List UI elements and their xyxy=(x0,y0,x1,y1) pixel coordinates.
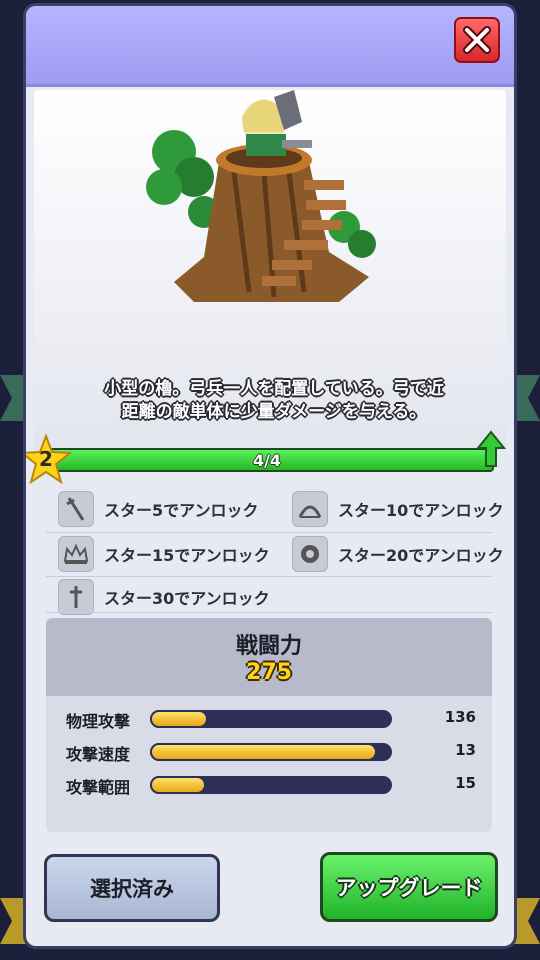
description-line-2: 距離の敵単体に少量ダメージを与える。 xyxy=(121,402,427,422)
stat-row-physical-attack: 物理攻撃 136 xyxy=(66,708,476,731)
stat-bar-fill xyxy=(150,710,209,728)
crossbow-icon xyxy=(292,491,328,527)
stat-value: 15 xyxy=(455,774,476,792)
unlock-item: スター15でアンロック xyxy=(58,535,270,573)
unit-description: 小型の櫓。弓兵一人を配置している。弓で近 距離の敵単体に少量ダメージを与える。 xyxy=(54,378,494,424)
description-line-1: 小型の櫓。弓兵一人を配置している。弓で近 xyxy=(104,379,444,399)
unlock-label: スター20でアンロック xyxy=(338,546,504,565)
unlock-label: スター15でアンロック xyxy=(104,546,270,565)
unlock-label: スター30でアンロック xyxy=(104,589,270,608)
combat-power-header: 戦闘力 275 xyxy=(46,618,492,696)
upgrade-arrow-icon xyxy=(476,430,506,467)
stat-row-attack-range: 攻撃範囲 15 xyxy=(66,774,476,797)
close-button[interactable] xyxy=(454,17,500,63)
combat-power-value: 275 xyxy=(246,660,292,685)
unlock-divider xyxy=(46,576,492,577)
stat-value: 13 xyxy=(455,741,476,759)
stat-bar xyxy=(150,710,392,728)
gear-burst-icon xyxy=(292,536,328,572)
stat-row-attack-speed: 攻撃速度 13 xyxy=(66,741,476,764)
unlock-divider xyxy=(46,612,492,613)
combat-power-title: 戦闘力 xyxy=(235,634,302,659)
stat-label: 物理攻撃 xyxy=(66,712,131,731)
sword-icon xyxy=(58,579,94,615)
close-x-icon xyxy=(463,26,491,54)
unit-artwork-panel: 小型の櫓。弓兵一人を配置している。弓で近 距離の敵単体に少量ダメージを与える。 xyxy=(34,90,506,452)
stat-bar xyxy=(150,743,392,761)
star-progress-text: 4/4 xyxy=(252,451,282,470)
stat-bar xyxy=(150,776,392,794)
combat-power-panel: 戦闘力 275 物理攻撃 136 攻撃速度 13 攻撃範囲 15 xyxy=(46,618,492,832)
stat-label: 攻撃範囲 xyxy=(66,778,131,797)
crown-icon xyxy=(58,536,94,572)
archer-tower-illustration xyxy=(146,90,376,302)
unlock-item: スター20でアンロック xyxy=(292,535,504,573)
star-progress-bar: 4/4 xyxy=(40,448,494,472)
star-level-number: 2 xyxy=(39,447,53,471)
selected-button[interactable]: 選択済み xyxy=(44,854,220,922)
unlock-item: スター5でアンロック xyxy=(58,490,259,528)
stat-label: 攻撃速度 xyxy=(66,745,131,764)
unlock-item: スター30でアンロック xyxy=(58,578,270,616)
star-level-badge: 2 xyxy=(26,434,72,484)
unlock-label: スター5でアンロック xyxy=(104,501,259,520)
unit-detail-modal: 小型の櫓。弓兵一人を配置している。弓で近 距離の敵単体に少量ダメージを与える。 … xyxy=(26,6,514,946)
stat-bar-fill xyxy=(150,776,206,794)
unlock-item: スター10でアンロック xyxy=(292,490,504,528)
unlock-label: スター10でアンロック xyxy=(338,501,504,520)
unlock-divider xyxy=(46,532,492,533)
sword-icon xyxy=(58,491,94,527)
stat-bar-fill xyxy=(150,743,378,761)
upgrade-button[interactable]: アップグレード xyxy=(320,852,498,922)
stat-value: 136 xyxy=(444,708,476,726)
